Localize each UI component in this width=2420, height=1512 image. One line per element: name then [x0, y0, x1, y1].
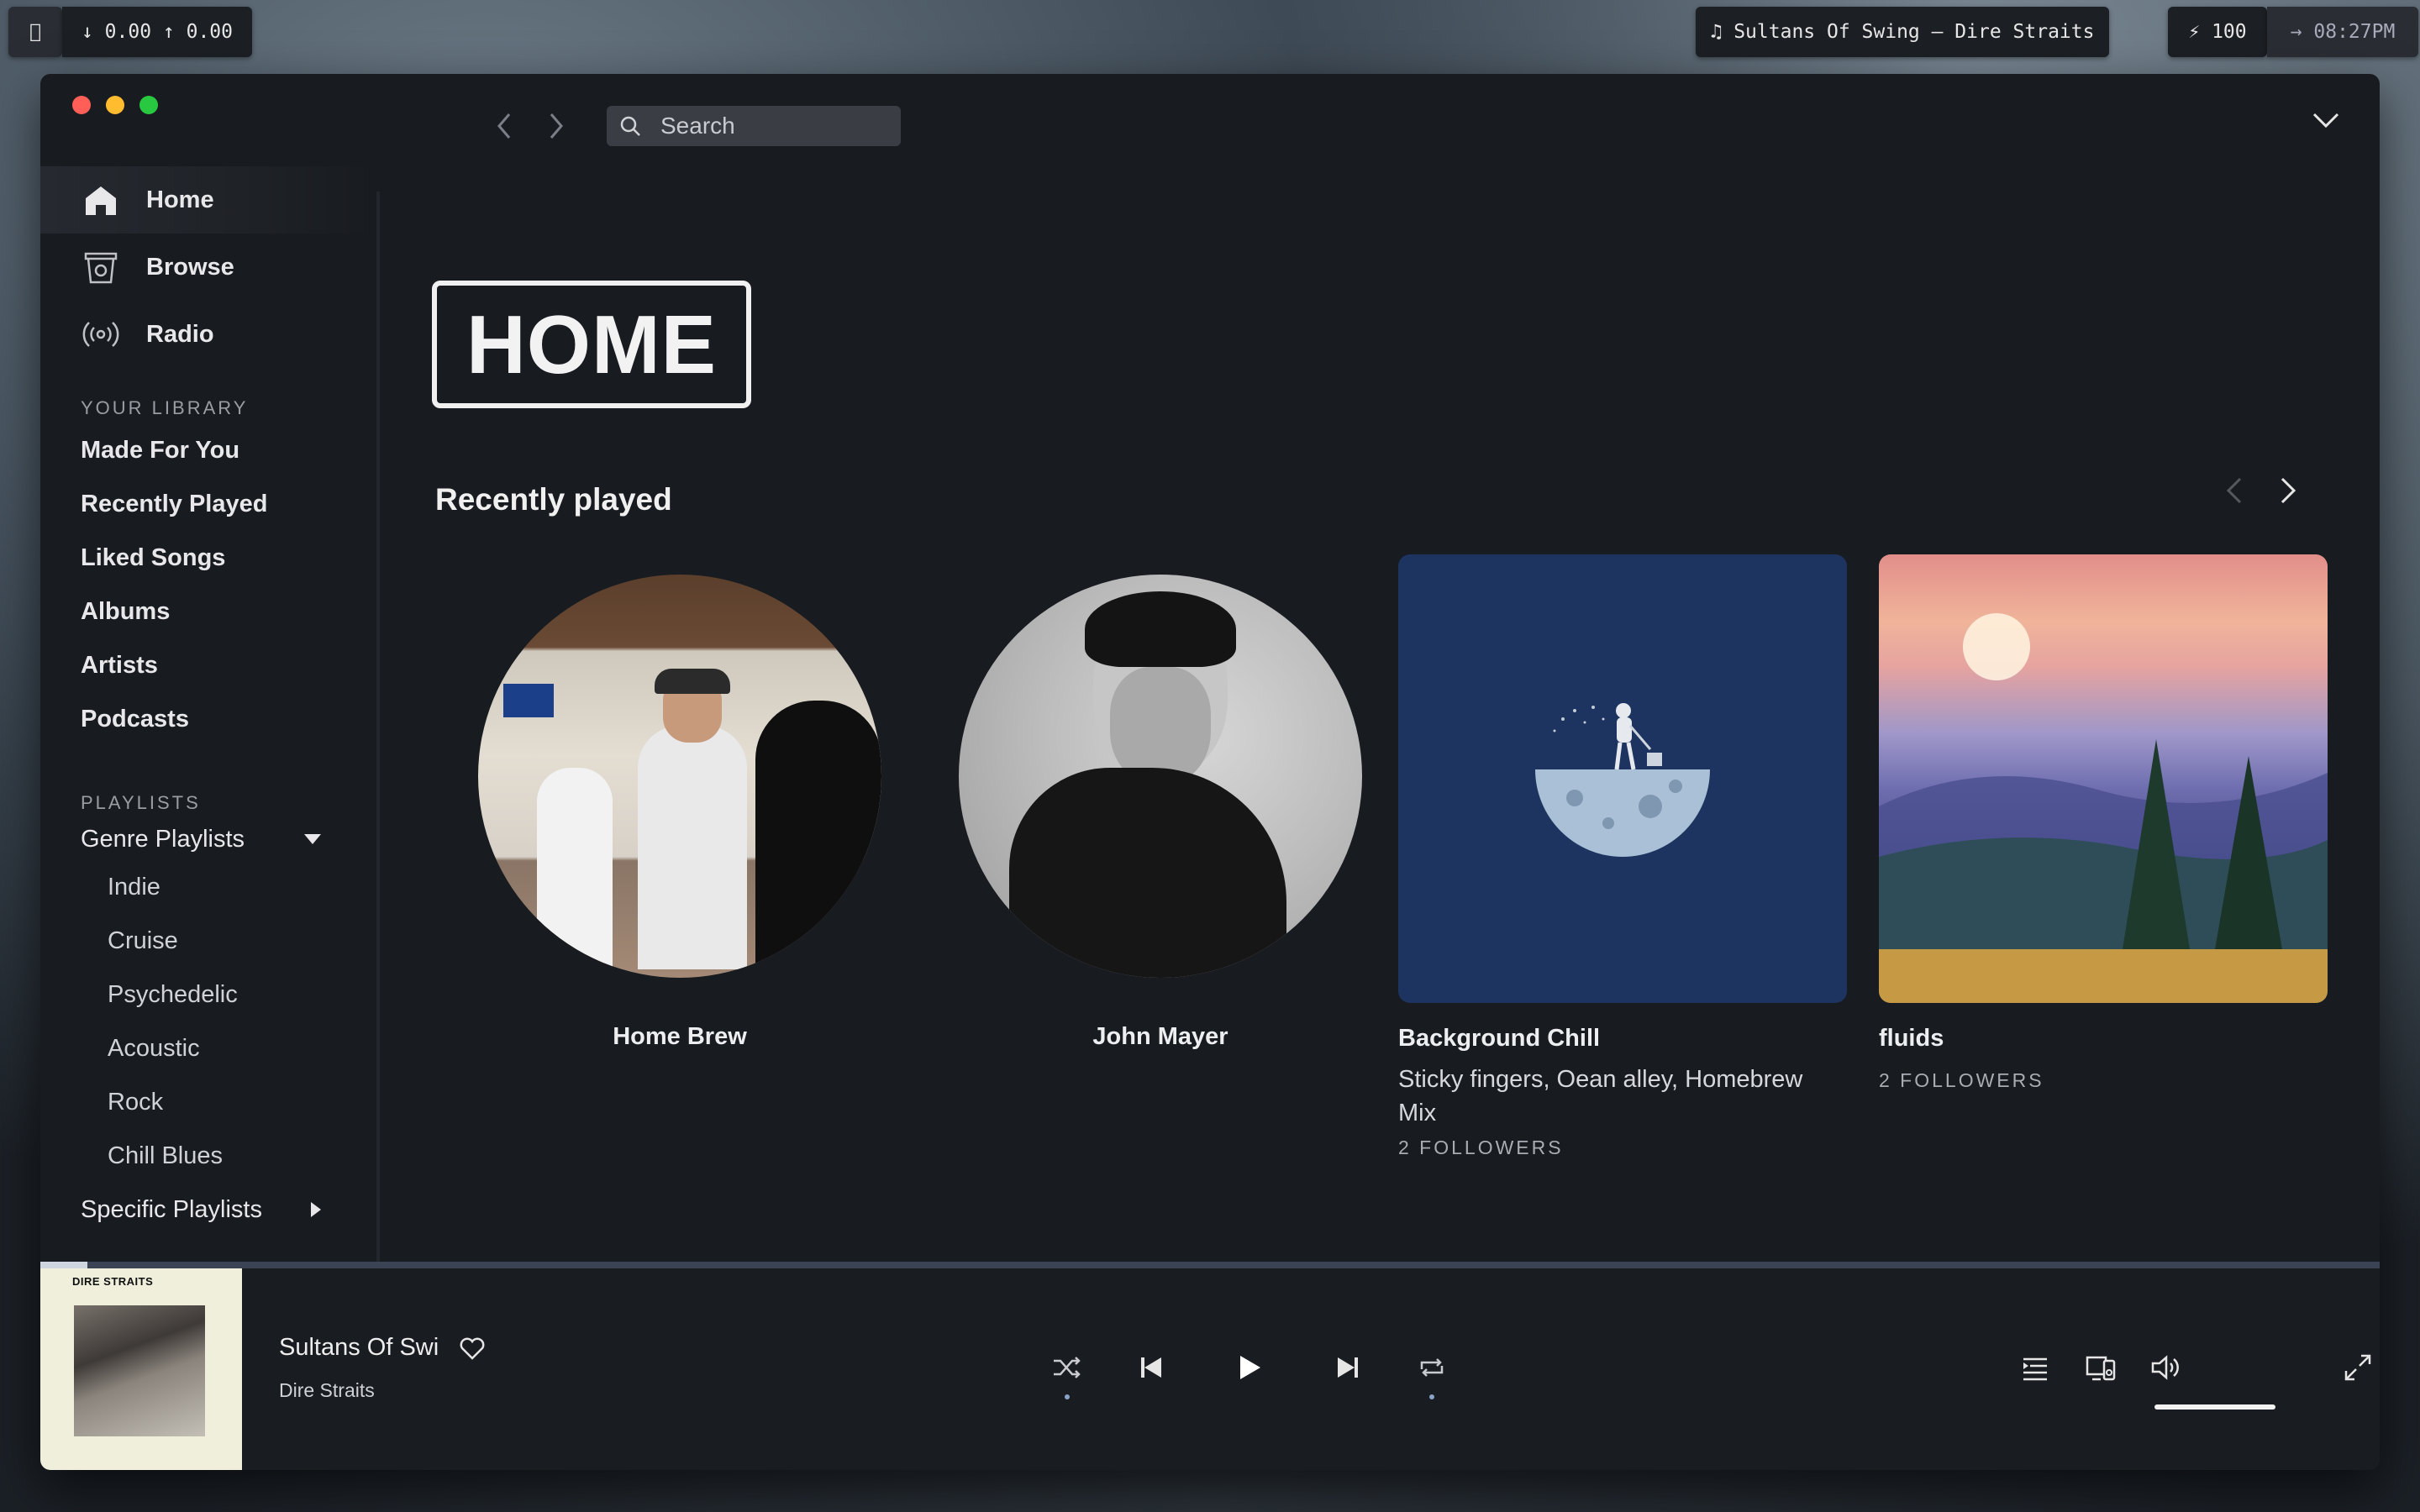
playlist-item-chill-blues[interactable]: Chill Blues [40, 1129, 376, 1183]
card-title[interactable]: Home Brew [455, 1023, 904, 1051]
genre-playlists-folder[interactable]: Genre Playlists [40, 818, 376, 860]
home-icon [86, 186, 116, 215]
specific-playlists-folder[interactable]: Specific Playlists [40, 1183, 376, 1236]
caret-right-icon[interactable] [311, 1202, 321, 1217]
card-followers: 2 FOLLOWERS [1398, 1137, 1564, 1158]
library-item-albums[interactable]: Albums [40, 585, 376, 638]
sidebar: Home Browse Radio YOUR LIBRARY Made For … [40, 166, 376, 1336]
track-title[interactable]: Sultans Of Swi [279, 1334, 439, 1362]
close-window-button[interactable] [72, 96, 91, 114]
page-title: HOME [432, 281, 751, 408]
library-item-podcasts[interactable]: Podcasts [40, 692, 376, 746]
album-cover[interactable]: DIRE STRAITS [40, 1268, 242, 1470]
card-description: Sticky fingers, Oean alley, Homebrew Mix [1398, 1066, 1803, 1126]
background-chill-image [1535, 703, 1710, 857]
search-icon [620, 116, 640, 136]
library-item-liked-songs[interactable]: Liked Songs [40, 531, 376, 585]
card-artwork[interactable] [1879, 554, 2328, 1003]
search-input[interactable]: Search [607, 106, 901, 146]
player-bar: DIRE STRAITS Sultans Of Swi Dire Straits [40, 1268, 2380, 1470]
library-section-label: YOUR LIBRARY [81, 397, 249, 418]
track-artist[interactable]: Dire Straits [279, 1379, 375, 1402]
browse-icon [84, 252, 118, 284]
play-icon[interactable] [1232, 1351, 1265, 1384]
library-item-recently-played[interactable]: Recently Played [40, 477, 376, 531]
sidebar-item-radio[interactable]: Radio [40, 301, 376, 368]
repeat-icon[interactable] [1415, 1351, 1449, 1384]
cover-photo [74, 1305, 205, 1436]
card-artwork[interactable] [455, 553, 904, 1001]
playlist-item-indie[interactable]: Indie [40, 860, 376, 914]
card-title[interactable]: Background Chill [1398, 1025, 1847, 1053]
minimize-window-button[interactable] [106, 96, 124, 114]
john-mayer-image [959, 575, 1362, 978]
back-arrow-icon[interactable] [494, 109, 514, 143]
playback-progress-fill [40, 1262, 87, 1268]
card-home-brew[interactable]: Home Brew [455, 553, 904, 1051]
card-fluids[interactable]: fluids 2 FOLLOWERS [1879, 554, 2328, 1092]
devices-icon[interactable] [2084, 1351, 2118, 1384]
repeat-active-indicator [1429, 1394, 1434, 1399]
card-background-chill[interactable]: Background Chill Sticky fingers, Oean al… [1398, 554, 1847, 1159]
sidebar-divider[interactable] [376, 192, 380, 1336]
cover-band-name: DIRE STRAITS [72, 1275, 154, 1288]
card-title[interactable]: John Mayer [936, 1023, 1385, 1051]
shuffle-active-indicator [1065, 1394, 1070, 1399]
volume-icon[interactable] [2149, 1351, 2183, 1384]
folder-label: Specific Playlists [81, 1195, 262, 1223]
previous-track-icon[interactable] [1134, 1351, 1168, 1384]
radio-icon [82, 322, 119, 347]
sidebar-item-home[interactable]: Home [40, 166, 376, 234]
caret-down-icon[interactable] [304, 834, 321, 844]
card-john-mayer[interactable]: John Mayer [936, 553, 1385, 1051]
home-brew-image [478, 575, 881, 978]
card-artwork[interactable] [1398, 554, 1847, 1003]
sidebar-item-label: Browse [146, 253, 234, 281]
network-speed-widget: ↓ 0.00 ↑ 0.00 [62, 7, 252, 57]
history-navigation [494, 109, 566, 143]
playlist-item-rock[interactable]: Rock [40, 1075, 376, 1129]
volume-slider[interactable] [2154, 1404, 2275, 1410]
track-title-row: Sultans Of Swi [279, 1334, 486, 1362]
queue-icon[interactable] [2018, 1351, 2052, 1384]
playlists-section-label: PLAYLISTS [81, 792, 201, 813]
card-followers: 2 FOLLOWERS [1879, 1069, 2044, 1091]
carousel-next-icon[interactable] [2279, 475, 2297, 506]
playback-progress-bar[interactable] [40, 1262, 2380, 1268]
recently-played-heading: Recently played [435, 482, 672, 517]
card-title[interactable]: fluids [1879, 1025, 2328, 1053]
fullscreen-icon[interactable] [2341, 1351, 2375, 1384]
heart-icon[interactable] [459, 1335, 486, 1362]
library-item-artists[interactable]: Artists [40, 638, 376, 692]
clock-widget: → 08:27PM [2267, 7, 2418, 57]
fluids-image [1879, 613, 2328, 1003]
battery-widget: ⚡ 100 [2168, 7, 2267, 57]
playlist-item-cruise[interactable]: Cruise [40, 914, 376, 968]
next-track-icon[interactable] [1331, 1351, 1365, 1384]
library-item-made-for-you[interactable]: Made For You [40, 423, 376, 477]
folder-label: Genre Playlists [81, 825, 245, 853]
apple-menu-icon[interactable]:  [8, 7, 62, 57]
now-playing-widget[interactable]: ♫ Sultans Of Swing – Dire Straits [1696, 7, 2109, 57]
spotify-window: Search Home Browse Radio YOUR LIBRARY Ma… [40, 74, 2380, 1470]
forward-arrow-icon[interactable] [546, 109, 566, 143]
playlist-item-acoustic[interactable]: Acoustic [40, 1021, 376, 1075]
carousel-arrows [2225, 475, 2297, 506]
carousel-prev-icon[interactable] [2225, 475, 2244, 506]
maximize-window-button[interactable] [139, 96, 158, 114]
window-controls [72, 96, 158, 114]
sidebar-item-browse[interactable]: Browse [40, 234, 376, 301]
chevron-down-icon[interactable] [2309, 104, 2343, 138]
sidebar-item-label: Home [146, 186, 214, 213]
sidebar-item-label: Radio [146, 320, 214, 348]
search-placeholder: Search [660, 113, 735, 139]
shuffle-icon[interactable] [1050, 1351, 1084, 1384]
playlist-item-psychedelic[interactable]: Psychedelic [40, 968, 376, 1021]
card-artwork[interactable] [936, 553, 1385, 1001]
